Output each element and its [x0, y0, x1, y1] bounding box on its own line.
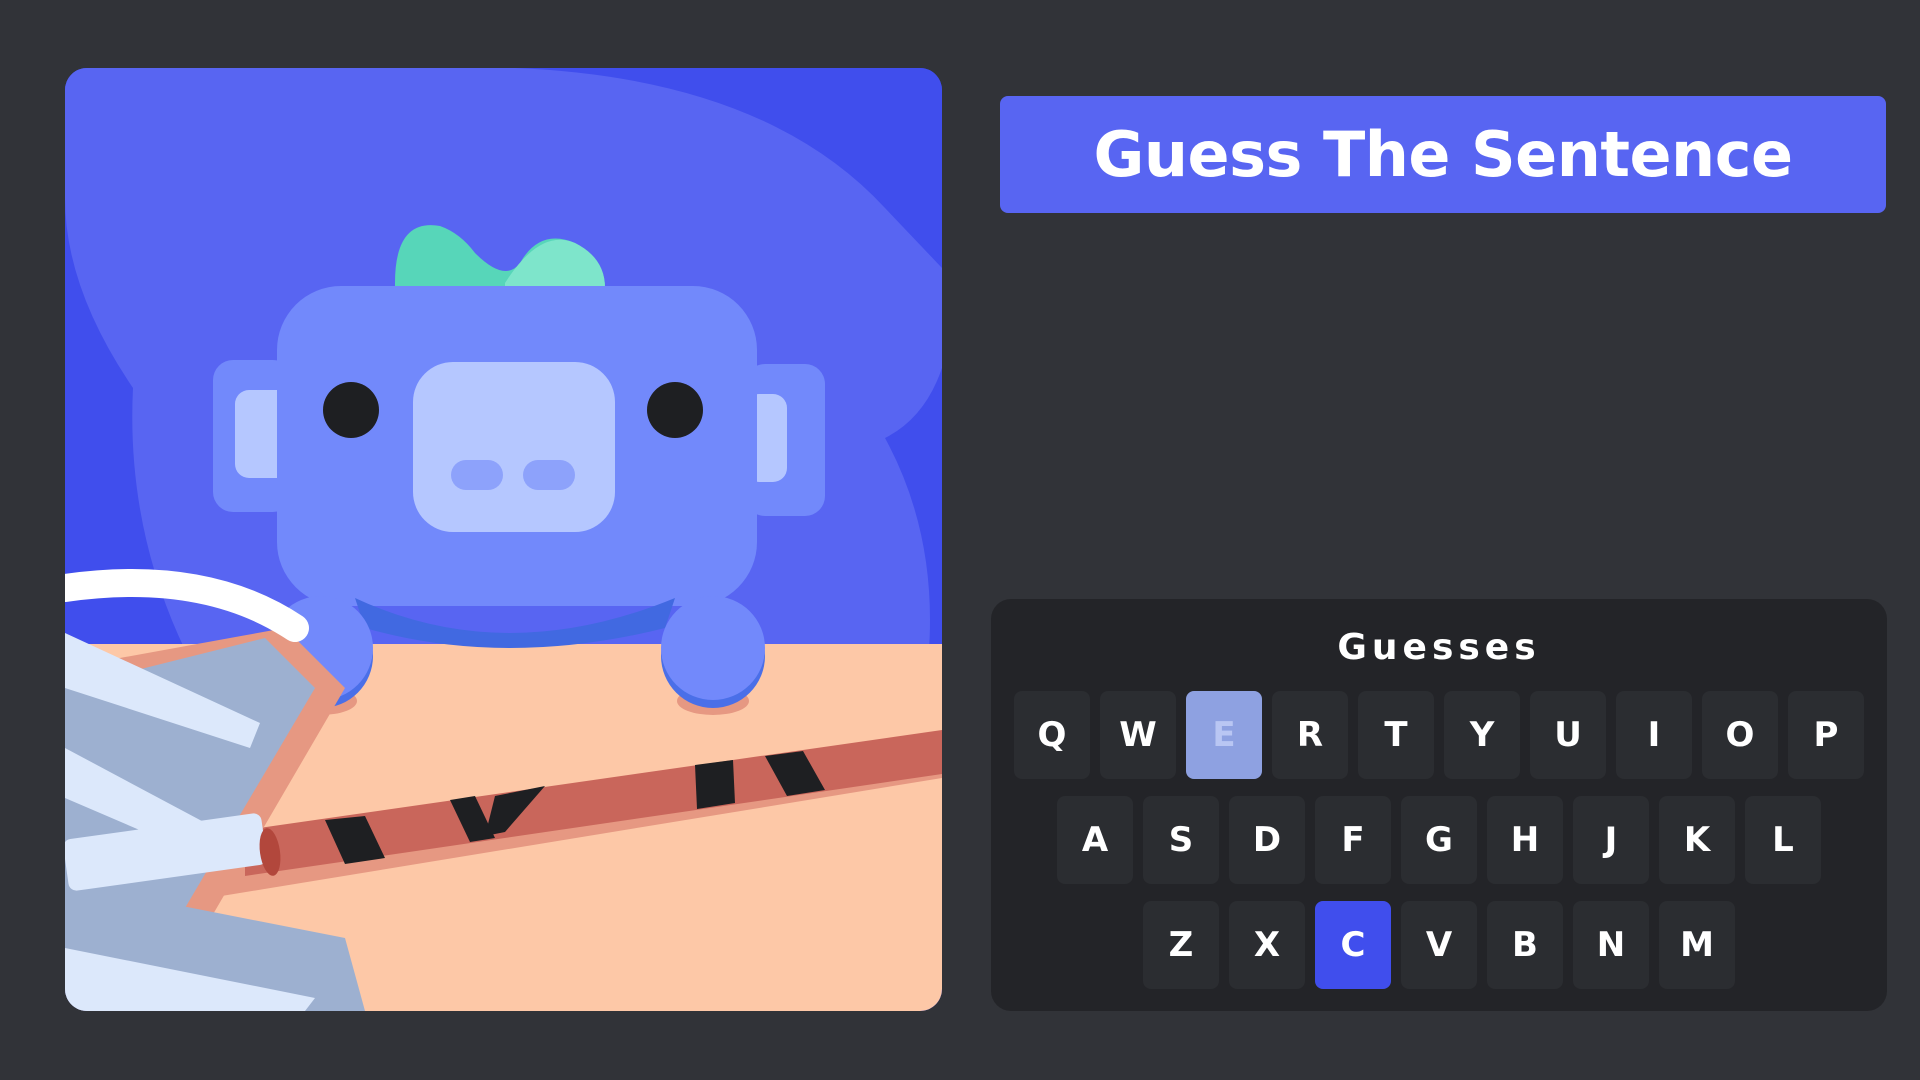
page-title: Guess The Sentence [1093, 118, 1793, 191]
key-q[interactable]: Q [1014, 691, 1090, 779]
key-f[interactable]: F [1315, 796, 1391, 884]
key-l[interactable]: L [1745, 796, 1821, 884]
key-p[interactable]: P [1788, 691, 1864, 779]
keyboard-row-2: A S D F G H J K L [991, 796, 1887, 884]
key-k[interactable]: K [1659, 796, 1735, 884]
key-n[interactable]: N [1573, 901, 1649, 989]
key-v[interactable]: V [1401, 901, 1477, 989]
key-e[interactable]: E [1186, 691, 1262, 779]
key-g[interactable]: G [1401, 796, 1477, 884]
key-y[interactable]: Y [1444, 691, 1520, 779]
key-r[interactable]: R [1272, 691, 1348, 779]
key-t[interactable]: T [1358, 691, 1434, 779]
keyboard-row-3: Z X C V B N M [991, 901, 1887, 989]
key-x[interactable]: X [1229, 901, 1305, 989]
key-b[interactable]: B [1487, 901, 1563, 989]
key-u[interactable]: U [1530, 691, 1606, 779]
key-o[interactable]: O [1702, 691, 1778, 779]
key-h[interactable]: H [1487, 796, 1563, 884]
key-m[interactable]: M [1659, 901, 1735, 989]
key-d[interactable]: D [1229, 796, 1305, 884]
key-j[interactable]: J [1573, 796, 1649, 884]
key-i[interactable]: I [1616, 691, 1692, 779]
keyboard-row-1: Q W E R T Y U I O P [991, 691, 1887, 779]
key-s[interactable]: S [1143, 796, 1219, 884]
key-w[interactable]: W [1100, 691, 1176, 779]
key-a[interactable]: A [1057, 796, 1133, 884]
wumpus-illustration [65, 68, 942, 1011]
key-c[interactable]: C [1315, 901, 1391, 989]
key-z[interactable]: Z [1143, 901, 1219, 989]
guesses-keyboard: Guesses Q W E R T Y U I O P A S D F G H … [991, 599, 1887, 1011]
title-banner: Guess The Sentence [1000, 96, 1886, 213]
guesses-heading: Guesses [1337, 627, 1541, 668]
